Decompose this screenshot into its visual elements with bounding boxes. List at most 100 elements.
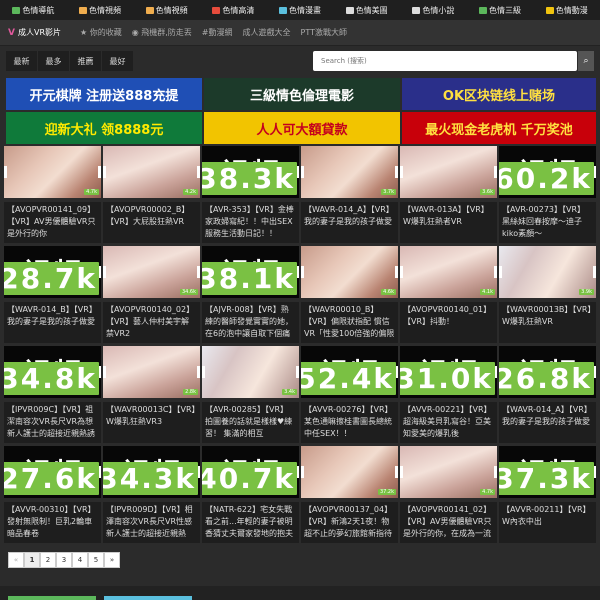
video-thumbnail[interactable]: 3.6k xyxy=(400,146,497,198)
video-thumbnail[interactable]: 34.6k xyxy=(103,246,200,298)
video-card[interactable]: 視頻27.6k【AVVR-00310】【VR】發射無限制！巨乳2輪車暗品春卷 xyxy=(4,446,101,543)
video-card[interactable]: 視頻60.2k【AVR-00273】【VR】黑絲妹回春按摩～迪子kiko素顏～ xyxy=(499,146,596,243)
video-placeholder-thumbnail[interactable]: 視頻40.7k xyxy=(202,446,299,498)
page-number-button[interactable]: 1 xyxy=(24,552,40,568)
header-link-anime[interactable]: #動漫網 xyxy=(202,27,233,38)
video-thumbnail[interactable]: 3.7k xyxy=(301,146,398,198)
video-title[interactable]: 【AVR-00285】【VR】拍圖養的話就是樣樣♥練習！ 集滿的相互 xyxy=(202,402,299,443)
video-placeholder-thumbnail[interactable]: 視頻26.8k xyxy=(499,346,596,398)
video-card[interactable]: 視頻28.7k【WAVR-014_B】【VR】我的妻子是我的孩子做愛 xyxy=(4,246,101,343)
video-placeholder-thumbnail[interactable]: 視頻28.7k xyxy=(4,246,101,298)
footer-button-right[interactable] xyxy=(104,596,192,600)
topnav-item-2[interactable]: 色情視頻 xyxy=(133,0,200,20)
site-logo[interactable]: V 成人VR影片 xyxy=(0,27,80,38)
video-title[interactable]: 【AVVR-00310】【VR】發射無限制！巨乳2輪車暗品春卷 xyxy=(4,502,101,543)
page-number-button[interactable]: 5 xyxy=(88,552,104,568)
video-thumbnail[interactable]: 3.9k xyxy=(499,246,596,298)
video-title[interactable]: 【AJVR-008】【VR】熟練的醫師發覺實實的她，在6的泡中讓自取下個痛 xyxy=(202,302,299,343)
video-thumbnail[interactable]: 4.6k xyxy=(301,246,398,298)
video-title[interactable]: 【IPVR009D】【VR】相澤南容次VR長尺VR性感新人護士的超接近親熱 xyxy=(103,502,200,543)
video-title[interactable]: 【WAVR00013B】【VR】W爆乳狂熱VR xyxy=(499,302,596,343)
video-title[interactable]: 【AVR-353】【VR】金棒家政婦寫紀！！中出SEX服務生活動日記！！ xyxy=(202,202,299,243)
page-number-button[interactable]: 4 xyxy=(72,552,88,568)
video-card[interactable]: 4.7k 【AVOPVR00141_09】【VR】AV男優體驗VR只是外行的你 xyxy=(4,146,101,243)
tab-newest[interactable]: 最新 xyxy=(6,51,37,71)
header-link-favorites[interactable]: ★ 你的收藏 xyxy=(80,27,122,38)
topnav-item-3[interactable]: 色情高清 xyxy=(200,0,267,20)
banner-erotic-movie[interactable]: 三級情色倫理電影 xyxy=(204,78,400,110)
video-title[interactable]: 【WAVR-014_B】【VR】我的妻子是我的孩子做愛 xyxy=(4,302,101,343)
header-link-plane-group[interactable]: ◉ 飛機群,防走丟 xyxy=(132,27,192,38)
video-card[interactable]: 3.9k 【WAVR00013B】【VR】W爆乳狂熱VR xyxy=(499,246,596,343)
video-title[interactable]: 【AVVR-00221】【VR】超海級美貝乳寫谷！亞美知愛美的爆乳後 xyxy=(400,402,497,443)
video-title[interactable]: 【AVOPVR00002_B】【VR】大屁股狂熱VR xyxy=(103,202,200,243)
banner-loan[interactable]: 人人可大額貸款 xyxy=(204,112,400,144)
video-card[interactable]: 視頻40.7k【NATR-622】宅女失戰看之前...年輕的妻子被明香猜丈夫爾家… xyxy=(202,446,299,543)
video-title[interactable]: 【WAVR00013C】【VR】W爆乳狂熱VR3 xyxy=(103,402,200,443)
video-placeholder-thumbnail[interactable]: 視頻60.2k xyxy=(499,146,596,198)
video-thumbnail[interactable]: 4.7k xyxy=(400,446,497,498)
topnav-item-8[interactable]: 色情動漫 xyxy=(533,0,600,20)
video-placeholder-thumbnail[interactable]: 視頻38.3k xyxy=(202,146,299,198)
tab-best[interactable]: 最好 xyxy=(102,51,133,71)
video-placeholder-thumbnail[interactable]: 視頻34.8k xyxy=(4,346,101,398)
topnav-item-0[interactable]: 色情導航 xyxy=(0,0,67,20)
video-card[interactable]: 視頻26.8k【WAVR-014_A】【VR】我的妻子是我的孩子做愛 xyxy=(499,346,596,443)
search-input[interactable] xyxy=(313,51,577,71)
video-title[interactable]: 【WAVR-014_A】【VR】我的妻子是我的孩子做愛 xyxy=(301,202,398,243)
video-card[interactable]: 4.6k 【WAVR00010_B】【VR】偏限狀指配 慣信VR「性愛100倍強的… xyxy=(301,246,398,343)
topnav-item-5[interactable]: 色情美圖 xyxy=(333,0,400,20)
banner-slot[interactable]: 最火现金老虎机 千万奖池 xyxy=(402,112,596,144)
video-thumbnail[interactable]: 37.2k xyxy=(301,446,398,498)
page-number-button[interactable]: 2 xyxy=(40,552,56,568)
tab-most[interactable]: 最多 xyxy=(38,51,69,71)
banner-kaiyuan[interactable]: 开元棋牌 注册送888充提 xyxy=(6,78,202,110)
video-card[interactable]: 37.2k 【AVOPVR00137_04】【VR】新鴻2天1夜！物超不止的夢幻旅… xyxy=(301,446,398,543)
topnav-item-4[interactable]: 色情漫畫 xyxy=(267,0,334,20)
video-title[interactable]: 【AVOPVR00141_02】【VR】AV男優體驗VR只是外行的你，在成為一流 xyxy=(400,502,497,543)
video-placeholder-thumbnail[interactable]: 視頻27.6k xyxy=(4,446,101,498)
video-placeholder-thumbnail[interactable]: 視頻52.4k xyxy=(301,346,398,398)
video-placeholder-thumbnail[interactable]: 視頻34.3k xyxy=(103,446,200,498)
video-title[interactable]: 【AVR-00273】【VR】黑絲妹回春按摩～迪子kiko素顏～ xyxy=(499,202,596,243)
video-title[interactable]: 【AVOPVR00141_09】【VR】AV男優體驗VR只是外行的你 xyxy=(4,202,101,243)
video-placeholder-thumbnail[interactable]: 視頻37.3k xyxy=(499,446,596,498)
video-title[interactable]: 【AVOPVR00140_02】【VR】藝人仲村美宇解禁VR2 xyxy=(103,302,200,343)
video-thumbnail[interactable]: 2.8k xyxy=(103,346,200,398)
video-title[interactable]: 【AVVR-00211】【VR】W內衣中出 xyxy=(499,502,596,543)
page-next-button[interactable]: » xyxy=(104,552,120,568)
footer-button-left[interactable] xyxy=(8,596,96,600)
page-number-button[interactable]: 3 xyxy=(56,552,72,568)
video-thumbnail[interactable]: 4.7k xyxy=(4,146,101,198)
video-thumbnail[interactable]: 3.4k xyxy=(202,346,299,398)
video-title[interactable]: 【AVOPVR00137_04】【VR】新鴻2天1夜！物超不止的夢幻旅館新指待 xyxy=(301,502,398,543)
video-card[interactable]: 3.6k 【WAVR-013A】【VR】W爆乳狂熱者VR xyxy=(400,146,497,243)
video-card[interactable]: 4.7k 【AVOPVR00141_02】【VR】AV男優體驗VR只是外行的你，在… xyxy=(400,446,497,543)
video-placeholder-thumbnail[interactable]: 視頻38.1k xyxy=(202,246,299,298)
header-link-games[interactable]: 成人遊戲大全 xyxy=(243,27,291,38)
banner-welcome-gift[interactable]: 迎新大礼 领8888元 xyxy=(6,112,202,144)
video-title[interactable]: 【AVOPVR00140_01】【VR】抖動！ xyxy=(400,302,497,343)
video-card[interactable]: 視頻38.3k【AVR-353】【VR】金棒家政婦寫紀！！中出SEX服務生活動日… xyxy=(202,146,299,243)
video-thumbnail[interactable]: 4.2k xyxy=(103,146,200,198)
video-card[interactable]: 2.8k 【WAVR00013C】【VR】W爆乳狂熱VR3 xyxy=(103,346,200,443)
video-title[interactable]: 【WAVR-014_A】【VR】我的妻子是我的孩子做愛 xyxy=(499,402,596,443)
video-card[interactable]: 3.4k 【AVR-00285】【VR】拍圖養的話就是樣樣♥練習！ 集滿的相互 xyxy=(202,346,299,443)
topnav-item-6[interactable]: 色情小說 xyxy=(400,0,467,20)
video-card[interactable]: 3.7k 【WAVR-014_A】【VR】我的妻子是我的孩子做愛 xyxy=(301,146,398,243)
video-card[interactable]: 視頻34.8k【IPVR009C】【VR】祖潔南容次VR長尺VR為想新人護士的超… xyxy=(4,346,101,443)
video-title[interactable]: 【AVVR-00276】【VR】某色通嘛擦桂書圖長總統中任SEX！！ xyxy=(301,402,398,443)
video-title[interactable]: 【NATR-622】宅女失戰看之前...年輕的妻子被明香猜丈夫爾家發地的抱夫 xyxy=(202,502,299,543)
video-placeholder-thumbnail[interactable]: 視頻31.0k xyxy=(400,346,497,398)
video-card[interactable]: 視頻37.3k【AVVR-00211】【VR】W內衣中出 xyxy=(499,446,596,543)
header-link-ptt[interactable]: PTT激戰大師 xyxy=(301,27,347,38)
topnav-item-1[interactable]: 色情視頻 xyxy=(67,0,134,20)
video-title[interactable]: 【WAVR00010_B】【VR】偏限狀指配 慣信VR「性愛100倍強的偏限 xyxy=(301,302,398,343)
video-thumbnail[interactable]: 4.1k xyxy=(400,246,497,298)
video-card[interactable]: 視頻31.0k【AVVR-00221】【VR】超海級美貝乳寫谷！亞美知愛美的爆乳… xyxy=(400,346,497,443)
video-title[interactable]: 【IPVR009C】【VR】祖潔南容次VR長尺VR為想新人護士的超接近親熱誘 xyxy=(4,402,101,443)
video-card[interactable]: 4.1k 【AVOPVR00140_01】【VR】抖動！ xyxy=(400,246,497,343)
video-card[interactable]: 視頻34.3k【IPVR009D】【VR】相澤南容次VR長尺VR性感新人護士的超… xyxy=(103,446,200,543)
video-card[interactable]: 視頻52.4k【AVVR-00276】【VR】某色通嘛擦桂書圖長總統中任SEX！… xyxy=(301,346,398,443)
topnav-item-7[interactable]: 色情三級 xyxy=(467,0,534,20)
